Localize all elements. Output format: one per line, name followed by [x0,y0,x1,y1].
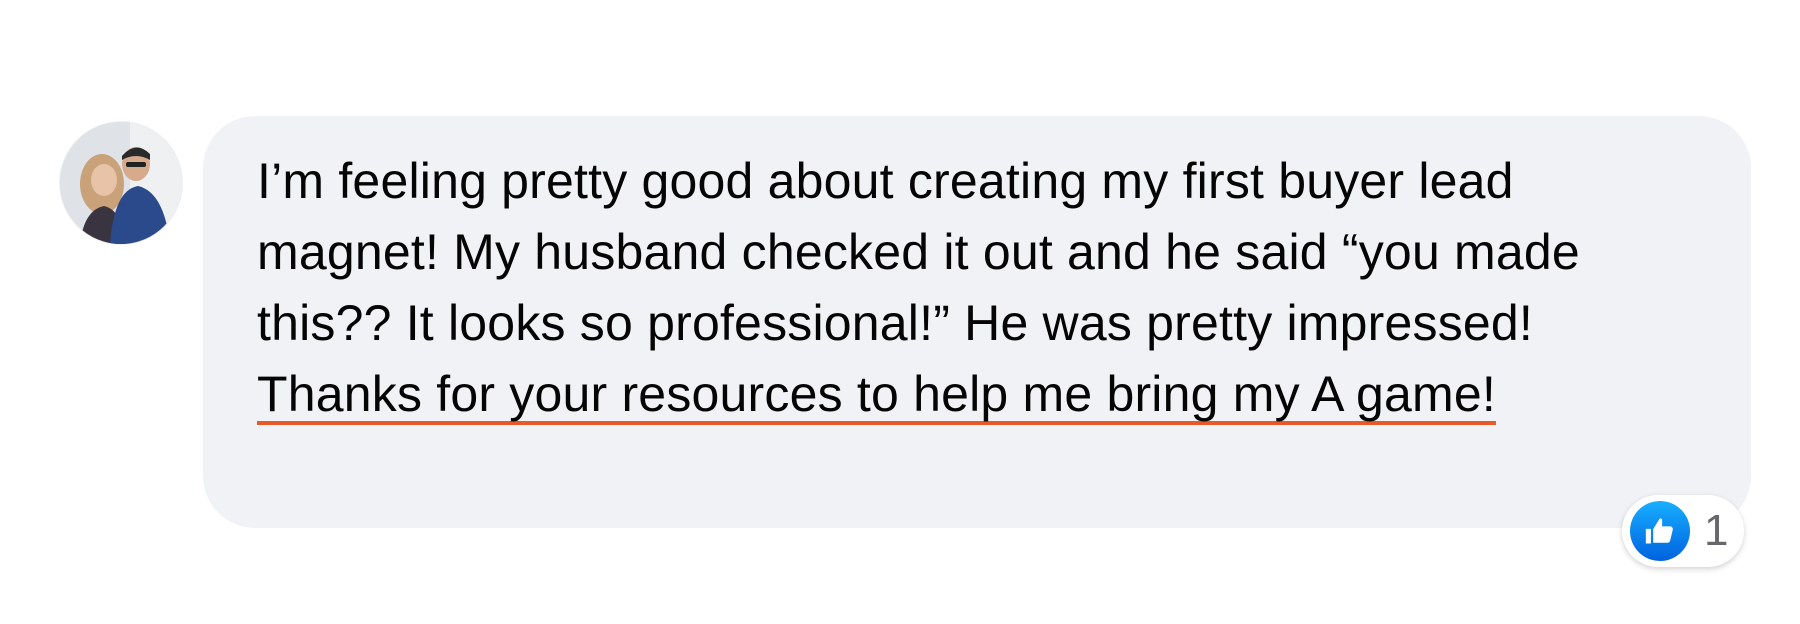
reaction-summary[interactable]: 1 [1622,495,1745,567]
comment-text-highlighted: Thanks for your resources to help me bri… [257,366,1496,422]
thumbs-up-icon [1630,501,1690,561]
avatar-photo [60,122,182,244]
reaction-count: 1 [1704,506,1729,555]
comment-text-plain: I’m feeling pretty good about creating m… [257,153,1580,351]
avatar[interactable] [60,122,182,244]
comment-screenshot: I’m feeling pretty good about creating m… [0,0,1800,624]
comment-bubble: I’m feeling pretty good about creating m… [203,116,1751,528]
comment-text: I’m feeling pretty good about creating m… [257,146,1707,430]
